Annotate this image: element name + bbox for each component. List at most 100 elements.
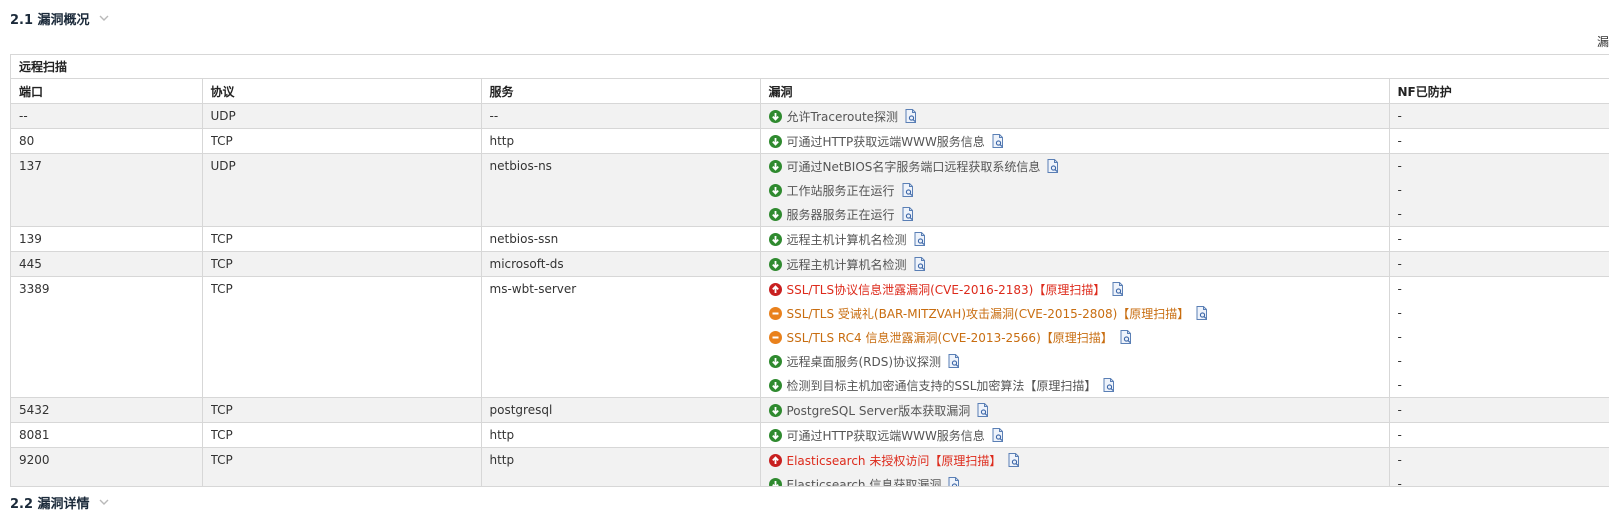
- vulnerability-link[interactable]: 可通过HTTP获取远端WWW服务信息: [787, 427, 985, 444]
- protected-status: -: [1397, 159, 1402, 173]
- table-row: 9200 TCP http Elasticsearch 未授权访问【原理扫描】 Elas…: [11, 447, 1609, 487]
- section-header-overview[interactable]: 2.1 漏洞概况: [10, 7, 110, 29]
- protocol-cell-text: TCP: [210, 453, 233, 467]
- view-detail-icon[interactable]: [1196, 306, 1208, 320]
- port-cell-text: 3389: [19, 282, 50, 296]
- vulnerability-link[interactable]: 服务器服务正在运行: [787, 206, 895, 223]
- vulnerability-link[interactable]: 可通过NetBIOS名字服务端口远程获取系统信息: [787, 158, 1041, 175]
- vulnerability-cell: Elasticsearch 未授权访问【原理扫描】 Elasticsearch 信…: [759, 447, 1389, 487]
- service-cell: netbios-ns: [480, 153, 760, 227]
- view-detail-icon[interactable]: [992, 134, 1004, 148]
- service-cell: netbios-ssn: [480, 226, 760, 252]
- vulnerability-link[interactable]: 可通过HTTP获取远端WWW服务信息: [787, 133, 985, 150]
- protected-cell: - - -: [1388, 153, 1609, 227]
- view-detail-icon[interactable]: [948, 354, 960, 368]
- port-cell-text: 139: [19, 232, 42, 246]
- vulnerability-item: PostgreSQL Server版本获取漏洞: [768, 398, 1389, 422]
- vulnerability-cell: 远程主机计算机名检测: [759, 251, 1389, 277]
- view-detail-icon[interactable]: [1120, 330, 1132, 344]
- service-cell-text: microsoft-ds: [489, 257, 564, 271]
- severity-low-icon: [768, 378, 782, 392]
- table-row: 3389 TCP ms-wbt-server SSL/TLS协议信息泄露漏洞(CVE-…: [11, 276, 1609, 398]
- severity-low-icon: [768, 109, 782, 123]
- severity-low-icon: [768, 232, 782, 246]
- vulnerability-item: 可通过NetBIOS名字服务端口远程获取系统信息: [768, 154, 1389, 178]
- severity-low-icon: [768, 354, 782, 368]
- port-cell: 3389: [11, 276, 202, 398]
- protocol-cell-text: UDP: [210, 159, 236, 173]
- chevron-down-icon[interactable]: [98, 496, 110, 508]
- table-header-row: 端口 协议 服务 漏洞 NF已防护: [11, 79, 1609, 104]
- view-detail-icon[interactable]: [914, 257, 926, 271]
- table-row: 80 TCP http 可通过HTTP获取远端WWW服务信息 -: [11, 128, 1609, 154]
- section-header-details[interactable]: 2.2 漏洞详情: [10, 491, 110, 513]
- view-detail-icon[interactable]: [902, 207, 914, 221]
- vulnerability-link[interactable]: SSL/TLS RC4 信息泄露漏洞(CVE-2013-2566)【原理扫描】: [787, 329, 1113, 346]
- vulnerability-link[interactable]: Elasticsearch 信息获取漏洞: [787, 476, 942, 487]
- protected-status: -: [1397, 330, 1402, 344]
- protected-cell: -: [1388, 251, 1609, 277]
- vulnerability-link[interactable]: 远程主机计算机名检测: [787, 256, 907, 273]
- view-detail-icon[interactable]: [1103, 378, 1115, 392]
- vulnerability-item: SSL/TLS RC4 信息泄露漏洞(CVE-2013-2566)【原理扫描】: [768, 325, 1389, 349]
- protected-status: -: [1397, 354, 1402, 368]
- protected-cell: -: [1388, 103, 1609, 129]
- vulnerability-link[interactable]: 检测到目标主机加密通信支持的SSL加密算法【原理扫描】: [787, 377, 1097, 394]
- view-detail-icon[interactable]: [992, 428, 1004, 442]
- protected-cell: - - - - -: [1388, 276, 1609, 398]
- vulnerability-link[interactable]: 工作站服务正在运行: [787, 182, 895, 199]
- view-detail-icon[interactable]: [1047, 159, 1059, 173]
- view-detail-icon[interactable]: [914, 232, 926, 246]
- port-cell: --: [11, 103, 202, 129]
- vulnerability-link[interactable]: 远程桌面服务(RDS)协议探测: [787, 353, 942, 370]
- view-detail-icon[interactable]: [1112, 282, 1124, 296]
- vulnerability-link[interactable]: PostgreSQL Server版本获取漏洞: [787, 402, 971, 419]
- protocol-cell: TCP: [201, 276, 481, 398]
- protected-cell: -: [1388, 226, 1609, 252]
- vulnerability-cell: PostgreSQL Server版本获取漏洞: [759, 397, 1389, 423]
- port-cell-text: 9200: [19, 453, 50, 467]
- service-cell: postgresql: [480, 397, 760, 423]
- remote-scan-table-panel: 远程扫描 端口 协议 服务 漏洞 NF已防护 -- UDP -- 允许Tracerou…: [10, 54, 1609, 487]
- severity-low-icon: [768, 183, 782, 197]
- vulnerability-item: 工作站服务正在运行: [768, 178, 1389, 202]
- vulnerability-cell: SSL/TLS协议信息泄露漏洞(CVE-2016-2183)【原理扫描】 SSL/…: [759, 276, 1389, 398]
- service-cell: http: [480, 422, 760, 448]
- vulnerability-item: 可通过HTTP获取远端WWW服务信息: [768, 129, 1389, 153]
- vulnerability-item: SSL/TLS协议信息泄露漏洞(CVE-2016-2183)【原理扫描】: [768, 277, 1389, 301]
- port-cell: 139: [11, 226, 202, 252]
- protocol-cell-text: UDP: [210, 109, 236, 123]
- port-cell: 137: [11, 153, 202, 227]
- chevron-down-icon[interactable]: [98, 12, 110, 24]
- table-row: 139 TCP netbios-ssn 远程主机计算机名检测 -: [11, 226, 1609, 252]
- service-cell-text: http: [489, 134, 515, 148]
- protected-cell: -: [1388, 128, 1609, 154]
- protocol-cell-text: TCP: [210, 134, 233, 148]
- vulnerability-link[interactable]: SSL/TLS协议信息泄露漏洞(CVE-2016-2183)【原理扫描】: [787, 281, 1106, 298]
- view-detail-icon[interactable]: [1008, 453, 1020, 467]
- view-detail-icon[interactable]: [902, 183, 914, 197]
- port-cell-text: 80: [19, 134, 35, 148]
- vulnerability-item: Elasticsearch 信息获取漏洞: [768, 472, 1389, 487]
- vulnerability-link[interactable]: Elasticsearch 未授权访问【原理扫描】: [787, 452, 1002, 469]
- port-cell: 5432: [11, 397, 202, 423]
- protected-status: -: [1397, 477, 1402, 487]
- vulnerability-item: 远程主机计算机名检测: [768, 252, 1389, 276]
- col-header-vulnerability: 漏洞: [759, 79, 1389, 104]
- view-detail-icon[interactable]: [977, 403, 989, 417]
- view-detail-icon[interactable]: [905, 109, 917, 123]
- protocol-cell: TCP: [201, 128, 481, 154]
- vulnerability-link[interactable]: 允许Traceroute探测: [787, 108, 899, 125]
- col-header-service: 服务: [480, 79, 760, 104]
- protected-status: -: [1397, 428, 1402, 442]
- vulnerability-link[interactable]: SSL/TLS 受诫礼(BAR-MITZVAH)攻击漏洞(CVE-2015-28…: [787, 305, 1190, 322]
- protected-status: -: [1397, 232, 1402, 246]
- port-cell-text: 8081: [19, 428, 50, 442]
- vulnerability-link[interactable]: 远程主机计算机名检测: [787, 231, 907, 248]
- view-detail-icon[interactable]: [948, 477, 960, 486]
- vulnerability-item: 检测到目标主机加密通信支持的SSL加密算法【原理扫描】: [768, 373, 1389, 397]
- vulnerability-item: 远程主机计算机名检测: [768, 227, 1389, 251]
- protocol-cell-text: TCP: [210, 257, 233, 271]
- service-cell: http: [480, 128, 760, 154]
- severity-medium-icon: [768, 330, 782, 344]
